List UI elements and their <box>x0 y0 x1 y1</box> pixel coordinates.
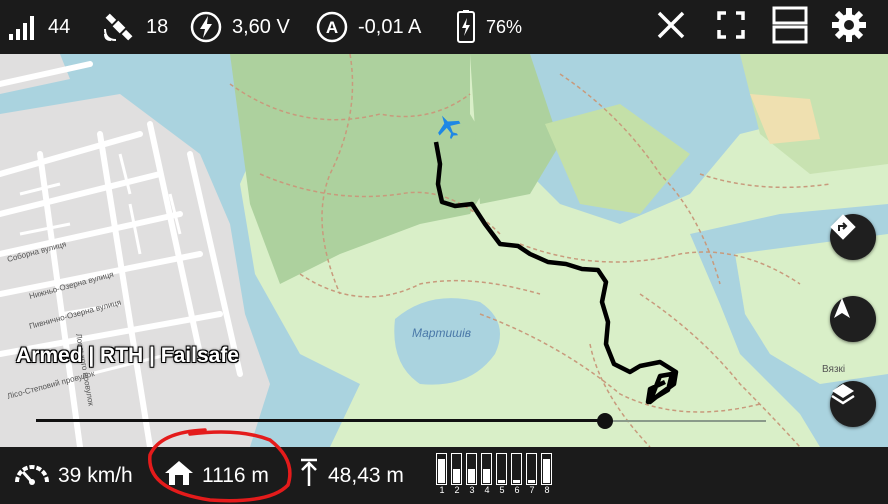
place-label-lake: Мартишів <box>412 326 471 340</box>
current-indicator: A -0,01 A <box>316 0 421 54</box>
close-button[interactable] <box>650 6 692 48</box>
rc-channel-number: 5 <box>499 485 505 495</box>
rc-channel: 1 <box>436 453 449 497</box>
rc-channel-bar <box>451 453 462 485</box>
place-label-village: Вязкі <box>822 364 845 375</box>
rc-channel-bar <box>496 453 507 485</box>
rssi-indicator: 44 <box>8 0 70 54</box>
satellite-icon <box>102 12 136 42</box>
home-distance-value: 1116 m <box>202 463 269 487</box>
current-icon: A <box>316 11 348 43</box>
rc-channel-bar <box>481 453 492 485</box>
altitude-indicator: 48,43 m <box>298 447 404 504</box>
rc-channel-number: 7 <box>529 485 535 495</box>
home-icon <box>164 459 194 493</box>
signal-strength-icon <box>8 14 38 40</box>
rc-channel-level <box>468 469 475 483</box>
map-layers-button[interactable] <box>830 381 876 427</box>
speed-indicator: 39 km/h <box>14 447 133 504</box>
rc-channel-level <box>543 459 550 483</box>
rc-channel-level <box>483 469 490 483</box>
fullscreen-icon <box>716 10 746 45</box>
gear-icon <box>831 7 867 48</box>
rc-channels: 12345678 <box>436 447 566 504</box>
rc-channel-level <box>438 459 445 483</box>
timeline-progress <box>36 419 606 422</box>
rc-channel: 7 <box>526 453 539 497</box>
speed-value: 39 km/h <box>58 463 133 487</box>
rc-channel-level <box>513 480 520 483</box>
altitude-value: 48,43 m <box>328 463 404 487</box>
battery-indicator: 76% <box>456 0 522 54</box>
battery-value: 76% <box>486 16 523 37</box>
rc-channel: 3 <box>466 453 479 497</box>
rc-channel-number: 6 <box>514 485 520 495</box>
rc-channel-bar <box>541 453 552 485</box>
rc-channel: 6 <box>511 453 524 497</box>
rc-channel-number: 1 <box>439 485 445 495</box>
rc-channel: 5 <box>496 453 509 497</box>
rc-channel-bar <box>526 453 537 485</box>
svg-text:A: A <box>326 18 338 37</box>
rc-channel-number: 4 <box>484 485 490 495</box>
fullscreen-button[interactable] <box>710 6 752 48</box>
altitude-icon <box>298 458 320 494</box>
timeline-slider[interactable] <box>36 413 766 429</box>
directions-button[interactable] <box>830 214 876 260</box>
timeline-thumb[interactable] <box>597 413 614 429</box>
voltage-value: 3,60 V <box>232 15 290 38</box>
voltage-indicator: 3,60 V <box>190 0 290 54</box>
satellite-count: 18 <box>146 15 169 38</box>
current-value: -0,01 A <box>358 15 422 38</box>
rc-channel-number: 8 <box>544 485 550 495</box>
settings-button[interactable] <box>828 6 870 48</box>
satellite-indicator: 18 <box>102 0 168 54</box>
split-view-icon <box>772 6 808 49</box>
telemetry-top-bar: 44 18 3,60 V A -0,01 A 76% <box>0 0 888 54</box>
rc-channel-level <box>498 480 505 483</box>
close-icon <box>656 10 686 45</box>
rc-channel: 4 <box>481 453 494 497</box>
home-distance-indicator: 1116 m <box>164 447 269 504</box>
rc-channel-bar <box>436 453 447 485</box>
rssi-value: 44 <box>48 15 71 38</box>
rc-channel-bar <box>466 453 477 485</box>
map-canvas: Соборна вулиця Нижньо-Озерна вулиця Пивн… <box>0 54 888 447</box>
flight-mode-status: Armed | RTH | Failsafe <box>16 344 239 367</box>
telemetry-bottom-bar: 39 km/h 1116 m 48,43 m 12345678 <box>0 447 888 504</box>
map-view[interactable]: Соборна вулиця Нижньо-Озерна вулиця Пивн… <box>0 54 888 447</box>
speedometer-icon <box>14 458 50 494</box>
rc-channel: 8 <box>541 453 554 497</box>
rc-channel-bar <box>511 453 522 485</box>
rc-channel-number: 2 <box>454 485 460 495</box>
rc-channel: 2 <box>451 453 464 497</box>
rc-channel-level <box>453 469 460 483</box>
rc-channel-number: 3 <box>469 485 475 495</box>
split-view-button[interactable] <box>769 6 811 48</box>
rc-channel-level <box>528 480 535 483</box>
center-location-button[interactable] <box>830 296 876 342</box>
voltage-icon <box>190 11 222 43</box>
phone-battery-icon <box>456 10 476 44</box>
